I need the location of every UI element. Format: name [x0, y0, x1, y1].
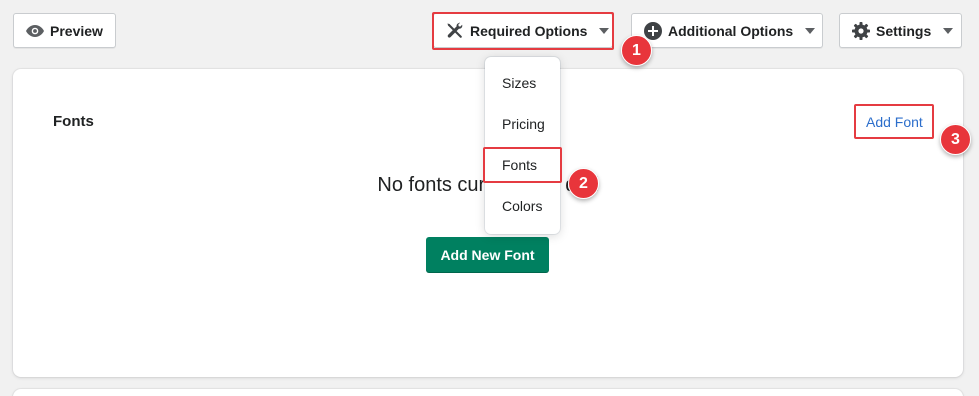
preview-label: Preview [50, 22, 103, 39]
settings-label: Settings [876, 22, 932, 39]
card-title: Fonts [53, 113, 94, 130]
plus-circle-icon [644, 21, 662, 40]
add-new-font-button[interactable]: Add New Font [426, 237, 549, 273]
eye-icon [26, 24, 44, 37]
menu-item-pricing[interactable]: Pricing [502, 116, 545, 132]
caret-down-icon [599, 27, 610, 34]
preview-button[interactable]: Preview [13, 13, 116, 48]
required-options-menu: Sizes Pricing Fonts Colors [485, 57, 560, 234]
menu-item-sizes[interactable]: Sizes [502, 75, 536, 91]
tools-icon [446, 22, 464, 40]
add-font-link[interactable]: Add Font [866, 114, 923, 130]
additional-options-label: Additional Options [668, 22, 794, 39]
menu-item-colors[interactable]: Colors [502, 198, 542, 214]
step-badge-2: 2 [568, 168, 599, 199]
empty-state-text-start: No fonts cur [377, 174, 486, 196]
step-badge-3: 3 [940, 124, 971, 155]
required-options-button[interactable]: Required Options [433, 13, 613, 48]
step-badge-1: 1 [621, 35, 652, 66]
menu-item-fonts[interactable]: Fonts [502, 157, 537, 173]
additional-options-button[interactable]: Additional Options [631, 13, 823, 48]
caret-down-icon [943, 27, 954, 34]
gear-icon [852, 21, 870, 40]
required-options-label: Required Options [470, 22, 588, 39]
caret-down-icon [805, 27, 816, 34]
next-card [13, 389, 963, 396]
settings-button[interactable]: Settings [839, 13, 962, 48]
